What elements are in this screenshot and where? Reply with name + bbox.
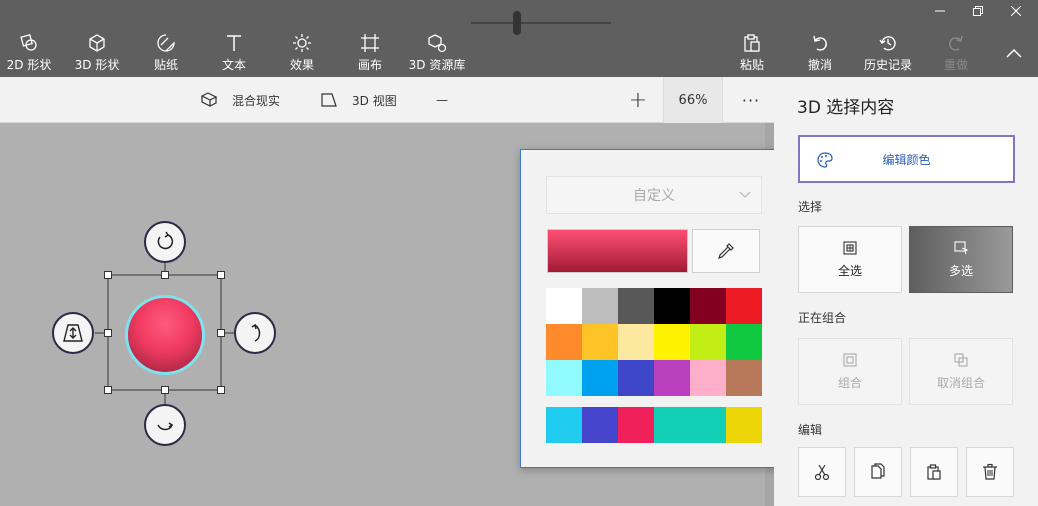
color-mode-value: 自定义 [633, 188, 675, 204]
multi-select-icon [954, 241, 969, 255]
undo-label: 撤消 [807, 58, 832, 72]
ungroup-button[interactable]: 取消组合 [909, 338, 1013, 405]
color-swatch[interactable] [546, 324, 582, 360]
depth-gizmo[interactable] [52, 312, 94, 354]
properties-panel: 3D 选择内容 编辑颜色 选择 全选 多选 正在组合 组合 取消组合 编辑 [774, 77, 1038, 506]
color-swatch[interactable] [726, 360, 762, 396]
color-swatch[interactable] [618, 288, 654, 324]
redo-button[interactable]: 重做 [921, 33, 991, 75]
color-swatch[interactable] [618, 360, 654, 396]
color-swatch[interactable] [690, 360, 726, 396]
color-swatch[interactable] [690, 288, 726, 324]
recent-colors-row [546, 407, 762, 443]
color-swatch[interactable] [618, 324, 654, 360]
trash-icon [983, 463, 997, 480]
resize-handle-bottom-left[interactable] [104, 386, 112, 394]
select-all-button[interactable]: 全选 [798, 226, 902, 293]
3d-sphere-object[interactable] [125, 295, 205, 375]
color-swatch[interactable] [654, 360, 690, 396]
paste-icon [927, 464, 941, 480]
ungroup-icon [954, 353, 968, 367]
recent-color-swatch[interactable] [546, 407, 582, 443]
color-swatch[interactable] [546, 288, 582, 324]
current-color-preview[interactable] [547, 229, 688, 273]
select-all-label: 全选 [837, 264, 862, 278]
redo-icon [949, 35, 963, 51]
edit-color-button[interactable]: 编辑颜色 [798, 135, 1015, 183]
edit-section-label: 编辑 [798, 423, 823, 437]
resize-handle-left[interactable] [104, 329, 112, 337]
history-label: 历史记录 [863, 58, 912, 72]
close-button[interactable] [998, 0, 1034, 22]
rotate-icon [157, 231, 174, 250]
chevron-up-icon [1006, 48, 1022, 58]
recent-color-swatch[interactable] [654, 407, 726, 443]
resize-handle-top-right[interactable] [217, 271, 225, 279]
resize-handle-top[interactable] [161, 271, 169, 279]
scissors-icon [814, 464, 830, 481]
copy-icon [871, 463, 885, 479]
recent-color-swatch[interactable] [618, 407, 654, 443]
chevron-down-icon [739, 189, 751, 202]
restore-button[interactable] [960, 0, 996, 22]
eyedropper-button[interactable] [692, 229, 760, 273]
multi-select-label: 多选 [948, 264, 973, 278]
minimize-button[interactable] [922, 0, 958, 22]
color-swatch[interactable] [726, 324, 762, 360]
group-section-label: 正在组合 [798, 311, 847, 325]
minimize-icon [935, 10, 945, 12]
palette-icon [817, 152, 833, 168]
color-swatch[interactable] [726, 288, 762, 324]
resize-handle-right[interactable] [217, 329, 225, 337]
recent-color-swatch[interactable] [582, 407, 618, 443]
edit-color-label: 编辑颜色 [882, 152, 931, 167]
delete-button[interactable] [966, 447, 1014, 497]
close-icon [1011, 6, 1021, 16]
multi-select-button[interactable]: 多选 [909, 226, 1013, 293]
color-swatch-grid [546, 288, 762, 396]
undo-icon [813, 35, 827, 51]
panel-title: 3D 选择内容 [797, 98, 895, 118]
copy-button[interactable] [854, 447, 902, 497]
color-swatch[interactable] [546, 360, 582, 396]
color-swatch[interactable] [690, 324, 726, 360]
rotate-x-icon [157, 422, 174, 431]
undo-button[interactable]: 撤消 [785, 33, 855, 75]
rotate-x-gizmo[interactable] [144, 404, 186, 446]
color-swatch[interactable] [582, 324, 618, 360]
select-section-label: 选择 [798, 200, 823, 214]
ungroup-label: 取消组合 [936, 376, 985, 390]
history-button[interactable]: 历史记录 [853, 33, 923, 75]
resize-handle-top-left[interactable] [104, 271, 112, 279]
rotate-y-gizmo[interactable] [234, 312, 276, 354]
restore-icon [973, 6, 983, 16]
collapse-toolbar-button[interactable] [996, 38, 1032, 68]
color-mode-dropdown[interactable]: 自定义 [546, 176, 762, 214]
resize-handle-bottom-right[interactable] [217, 386, 225, 394]
color-swatch[interactable] [654, 288, 690, 324]
color-picker-popup: 自定义 [520, 149, 785, 468]
history-icon [879, 36, 896, 51]
redo-label: 重做 [943, 58, 968, 72]
cut-button[interactable] [798, 447, 846, 497]
select-all-icon [843, 241, 857, 255]
resize-handle-bottom[interactable] [161, 386, 169, 394]
color-swatch[interactable] [582, 360, 618, 396]
recent-color-swatch[interactable] [726, 407, 762, 443]
rotate-y-icon [251, 323, 261, 342]
color-swatch[interactable] [654, 324, 690, 360]
group-button[interactable]: 组合 [798, 338, 902, 405]
eyedropper-icon [718, 243, 734, 259]
color-swatch[interactable] [582, 288, 618, 324]
group-label: 组合 [837, 376, 862, 390]
paste-button-panel[interactable] [910, 447, 958, 497]
group-icon [843, 353, 857, 367]
rotate-z-gizmo[interactable] [144, 221, 186, 263]
depth-icon [63, 324, 83, 342]
